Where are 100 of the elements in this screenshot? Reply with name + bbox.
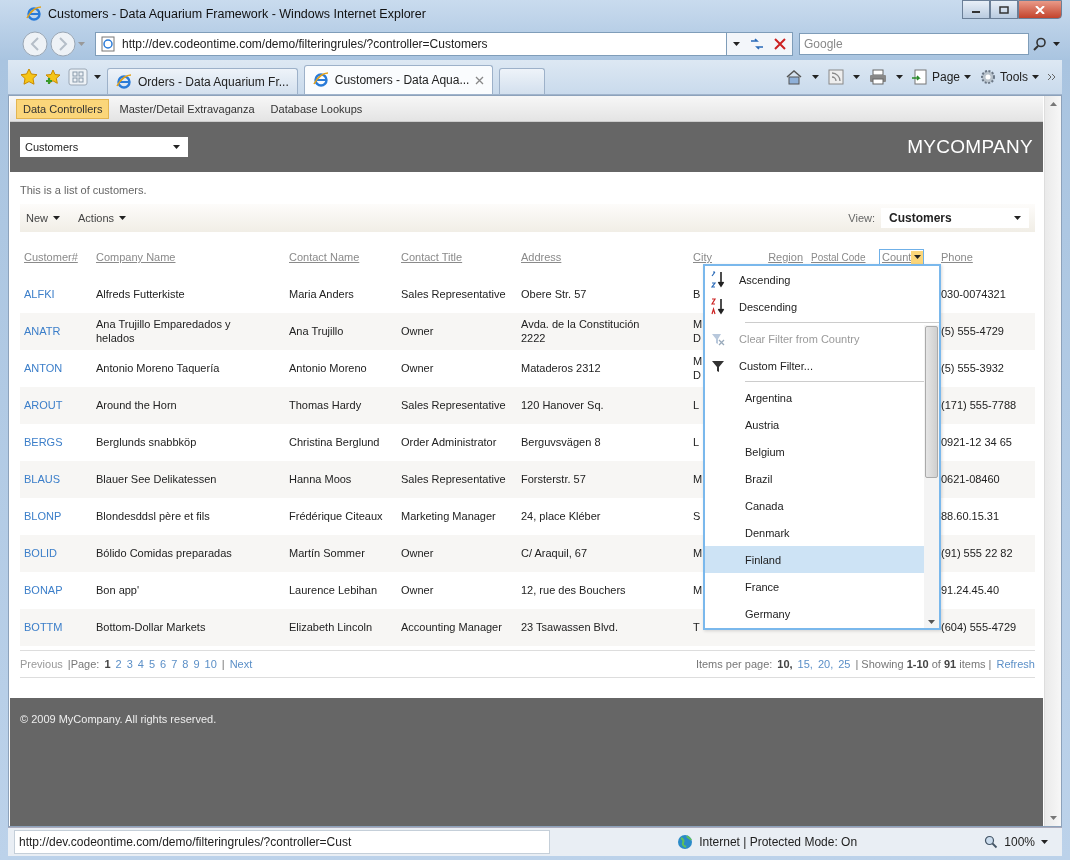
menu-item[interactable]: Ascending: [705, 266, 939, 293]
menu-item[interactable]: Finland: [705, 546, 924, 573]
column-header[interactable]: Phone: [941, 251, 973, 263]
menu-item[interactable]: France: [705, 573, 924, 600]
table-cell: Thomas Hardy: [289, 398, 362, 413]
record-link[interactable]: BERGS: [24, 435, 63, 450]
table-cell: Bon app': [96, 583, 140, 598]
zoom-control[interactable]: 100%: [984, 835, 1056, 849]
filter-icon: [711, 358, 725, 373]
add-favorite-icon[interactable]: [44, 68, 62, 86]
table-cell-text: Ana Trujillo Emparedados y helados: [96, 318, 232, 345]
record-link[interactable]: BLONP: [24, 509, 62, 524]
next-link[interactable]: Next: [229, 658, 253, 670]
column-header[interactable]: Contact Name: [289, 251, 360, 263]
browser-tab[interactable]: Customers - Data Aqua...: [303, 65, 494, 94]
menu-item[interactable]: Brazil: [705, 465, 924, 492]
minimize-button[interactable]: [962, 0, 990, 19]
controller-select[interactable]: Customers: [20, 137, 188, 157]
table-cell: M: [693, 472, 703, 487]
table-cell: Blauer See Delikatessen: [96, 472, 217, 487]
menu-item[interactable]: Belgium: [705, 438, 924, 465]
search-icon[interactable]: [1033, 37, 1047, 51]
menu-item[interactable]: Custom Filter...: [705, 352, 924, 379]
close-icon[interactable]: [475, 75, 485, 85]
nav-link[interactable]: Database Lookups: [264, 99, 369, 118]
browser-tab[interactable]: Orders - Data Aquarium Fr...: [107, 68, 298, 94]
showing-text: | Showing 1-10 of 91 items |: [855, 658, 992, 670]
page-link[interactable]: 3: [126, 658, 133, 670]
printer-icon[interactable]: [868, 69, 887, 85]
scroll-thumb[interactable]: [925, 326, 938, 478]
menu-scrollbar[interactable]: [924, 325, 939, 628]
table-cell: Alfreds Futterkiste: [96, 287, 185, 302]
browser-logo-icon: [26, 6, 42, 22]
toolbar-menu-button[interactable]: Tools: [980, 69, 1039, 85]
view-select[interactable]: Customers: [881, 208, 1029, 228]
refresh-icon[interactable]: [749, 37, 765, 51]
menu-item[interactable]: Denmark: [705, 519, 924, 546]
refresh-link[interactable]: Refresh: [996, 658, 1035, 670]
caret-icon: [173, 145, 180, 149]
column-header[interactable]: Postal Code: [811, 251, 866, 263]
record-link[interactable]: ANATR: [24, 324, 61, 339]
column-header[interactable]: Address: [521, 251, 562, 263]
page-link[interactable]: 8: [182, 658, 189, 670]
page-link[interactable]: 10: [204, 658, 217, 670]
menu-item[interactable]: Descending: [705, 293, 939, 320]
caret-icon[interactable]: [852, 75, 860, 79]
page-size-link[interactable]: 20,: [817, 658, 834, 670]
close-button[interactable]: [1018, 0, 1062, 19]
caret-icon: [964, 75, 971, 79]
page-size-link[interactable]: 10,: [777, 658, 793, 670]
menu-item[interactable]: Argentina: [705, 384, 924, 411]
page-link[interactable]: 4: [137, 658, 144, 670]
page-size-link[interactable]: 25: [838, 658, 851, 670]
favorites-star-icon[interactable]: [20, 68, 38, 86]
address-field[interactable]: http://dev.codeontime.com/demo/filteringrules/?controller=Customers: [95, 32, 727, 56]
feeds-icon[interactable]: [827, 69, 844, 85]
menu-item[interactable]: Austria: [705, 411, 924, 438]
record-link[interactable]: BOTTM: [24, 620, 63, 635]
page-link[interactable]: 2: [115, 658, 122, 670]
caret-icon[interactable]: [811, 75, 819, 79]
page-link[interactable]: 1: [104, 658, 111, 670]
menu-item[interactable]: Canada: [705, 492, 924, 519]
home-icon[interactable]: [784, 69, 803, 85]
page-link[interactable]: 5: [148, 658, 156, 670]
page-link[interactable]: 7: [171, 658, 178, 670]
caret-icon[interactable]: [1053, 42, 1060, 46]
table-cell: Owner: [401, 546, 434, 561]
record-link[interactable]: ANTON: [24, 361, 63, 376]
record-link[interactable]: BOLID: [24, 546, 57, 561]
table-cell: 23 Tsawassen Blvd.: [521, 620, 619, 635]
caret-icon: [1014, 216, 1021, 220]
dropdown-icon[interactable]: [733, 42, 740, 46]
search-field[interactable]: Google: [799, 33, 1029, 55]
record-link[interactable]: BLAUS: [24, 472, 61, 487]
column-header[interactable]: Company Name: [96, 251, 176, 263]
nav-link[interactable]: Data Controllers: [16, 98, 110, 119]
caret-icon[interactable]: [895, 75, 903, 79]
caret-icon[interactable]: [94, 75, 101, 79]
column-header[interactable]: Region: [768, 251, 803, 263]
action-menu-button[interactable]: New: [26, 212, 60, 224]
page-size-link[interactable]: 15,: [797, 658, 813, 670]
toolbar-menu-button[interactable]: Page: [911, 69, 971, 85]
record-link[interactable]: BONAP: [24, 583, 63, 598]
record-link[interactable]: ALFKI: [24, 287, 55, 302]
record-link[interactable]: AROUT: [24, 398, 63, 413]
stop-icon[interactable]: [774, 38, 786, 50]
column-header[interactable]: Contact Title: [401, 251, 463, 263]
menu-item[interactable]: Germany: [705, 600, 924, 627]
column-header[interactable]: Customer#: [24, 251, 78, 263]
table-cell: (171) 555-7788: [941, 398, 1017, 413]
security-zone[interactable]: Internet | Protected Mode: On: [677, 834, 858, 850]
nav-link[interactable]: Master/Detail Extravaganza: [113, 99, 261, 118]
maximize-button[interactable]: [990, 0, 1018, 19]
scrollbar[interactable]: [1044, 96, 1061, 826]
action-menu-button[interactable]: Actions: [78, 212, 127, 224]
page-link[interactable]: 6: [160, 658, 167, 670]
page-link[interactable]: 9: [193, 658, 200, 670]
chevron-icon[interactable]: [1048, 73, 1056, 81]
column-header[interactable]: City: [693, 251, 712, 263]
copyright-text: © 2009 MyCompany. All rights reserved.: [20, 713, 217, 725]
